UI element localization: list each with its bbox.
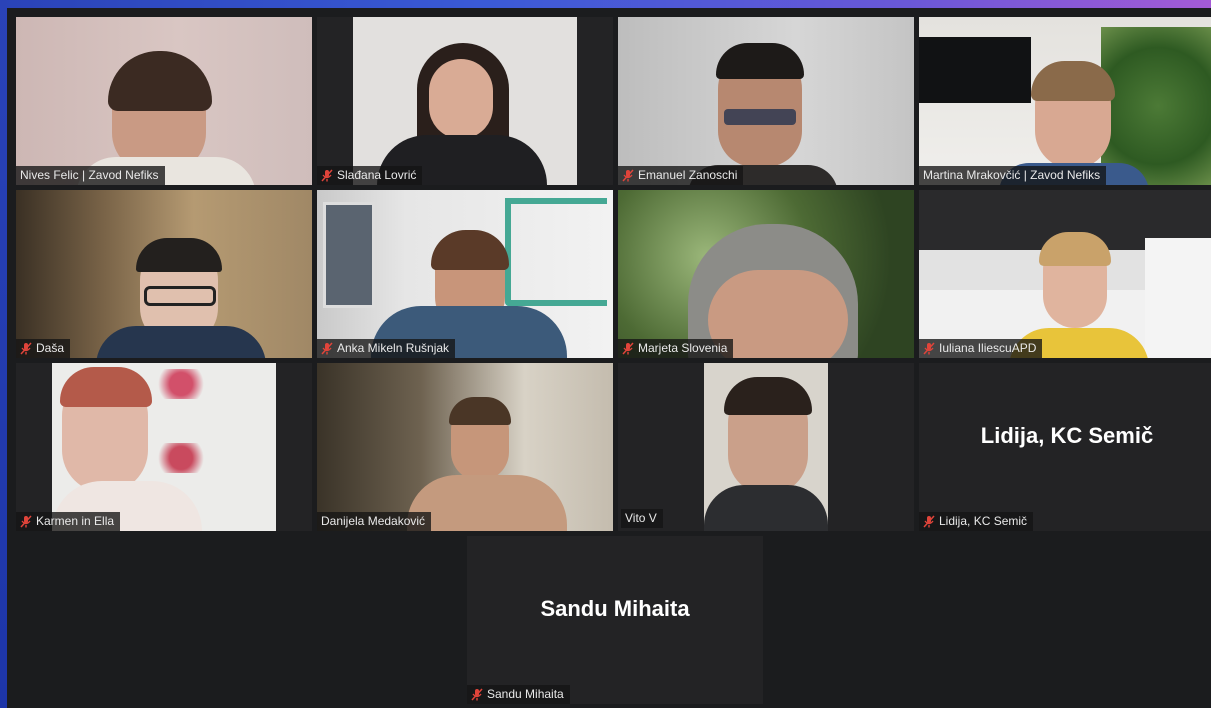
participant-tile[interactable]: Daša <box>16 190 312 358</box>
participant-name: Lidija, KC Semič <box>939 514 1028 528</box>
participant-nameplate: Karmen in Ella <box>16 512 121 531</box>
participant-nameplate: Emanuel Zanoschi <box>618 166 744 185</box>
mic-muted-icon <box>321 342 333 355</box>
mic-muted-icon <box>471 688 483 701</box>
participant-tile[interactable]: Marjeta Slovenia <box>618 190 914 358</box>
participant-video <box>317 190 613 358</box>
participant-tile[interactable]: Iuliana IliescuAPD <box>919 190 1211 358</box>
participant-video <box>16 363 312 531</box>
participant-nameplate: Marjeta Slovenia <box>618 339 734 358</box>
participant-video <box>317 363 613 531</box>
mic-muted-icon <box>622 169 634 182</box>
participant-nameplate: Danijela Medaković <box>317 512 432 531</box>
participant-display-name: Lidija, KC Semič <box>980 423 1154 448</box>
participant-tile-active-speaker[interactable]: Vito V <box>618 363 914 531</box>
mic-muted-icon <box>622 342 634 355</box>
participant-tile[interactable]: Slađana Lovrić <box>317 17 613 185</box>
participant-nameplate: Lidija, KC Semič <box>919 512 1034 531</box>
participant-video <box>317 17 613 185</box>
participant-name: Anka Mikeln Rušnjak <box>337 341 450 355</box>
participant-tile[interactable]: Danijela Medaković <box>317 363 613 531</box>
participant-video <box>16 190 312 358</box>
participant-name: Iuliana IliescuAPD <box>939 341 1037 355</box>
participant-name: Karmen in Ella <box>36 514 115 528</box>
participant-tile-video-off[interactable]: Sandu Mihaita Sandu Mihaita <box>467 536 763 704</box>
participant-tile-video-off[interactable]: Lidija, KC Semič Lidija, KC Semič <box>919 363 1211 531</box>
participant-name: Slađana Lovrić <box>337 168 417 182</box>
participant-nameplate: Vito V <box>621 509 663 528</box>
participant-video <box>16 17 312 185</box>
participant-nameplate: Martina Mrakovčić | Zavod Nefiks <box>919 166 1107 185</box>
mic-muted-icon <box>20 342 32 355</box>
participant-name: Vito V <box>625 511 657 525</box>
participant-name: Sandu Mihaita <box>487 687 564 701</box>
participant-name: Martina Mrakovčić | Zavod Nefiks <box>923 168 1101 182</box>
participant-nameplate: Iuliana IliescuAPD <box>919 339 1043 358</box>
participant-name: Emanuel Zanoschi <box>638 168 738 182</box>
participant-name: Marjeta Slovenia <box>638 341 728 355</box>
participant-video <box>618 363 914 531</box>
participant-tile[interactable]: Karmen in Ella <box>16 363 312 531</box>
participant-video <box>919 17 1211 185</box>
participant-name: Daša <box>36 341 65 355</box>
participant-name: Danijela Medaković <box>321 514 426 528</box>
participant-nameplate: Nives Felic | Zavod Nefiks <box>16 166 165 185</box>
participant-video <box>618 190 914 358</box>
participant-nameplate: Daša <box>16 339 71 358</box>
participant-tile[interactable]: Emanuel Zanoschi <box>618 17 914 185</box>
window-accent-edge <box>0 0 7 708</box>
participant-nameplate: Sandu Mihaita <box>467 685 570 704</box>
participant-nameplate: Slađana Lovrić <box>317 166 423 185</box>
participant-video <box>618 17 914 185</box>
window-accent-bar <box>0 0 1211 8</box>
participant-tile[interactable]: Martina Mrakovčić | Zavod Nefiks <box>919 17 1211 185</box>
participant-video <box>919 190 1211 358</box>
gallery-view: Nives Felic | Zavod Nefiks Slađana Lovri… <box>7 8 1211 708</box>
participant-nameplate: Anka Mikeln Rušnjak <box>317 339 456 358</box>
mic-muted-icon <box>923 515 935 528</box>
participant-name: Nives Felic | Zavod Nefiks <box>20 168 159 182</box>
participant-display-name: Sandu Mihaita <box>540 596 690 621</box>
mic-muted-icon <box>20 515 32 528</box>
participant-tile[interactable]: Nives Felic | Zavod Nefiks <box>16 17 312 185</box>
participant-tile[interactable]: Anka Mikeln Rušnjak <box>317 190 613 358</box>
mic-muted-icon <box>923 342 935 355</box>
mic-muted-icon <box>321 169 333 182</box>
